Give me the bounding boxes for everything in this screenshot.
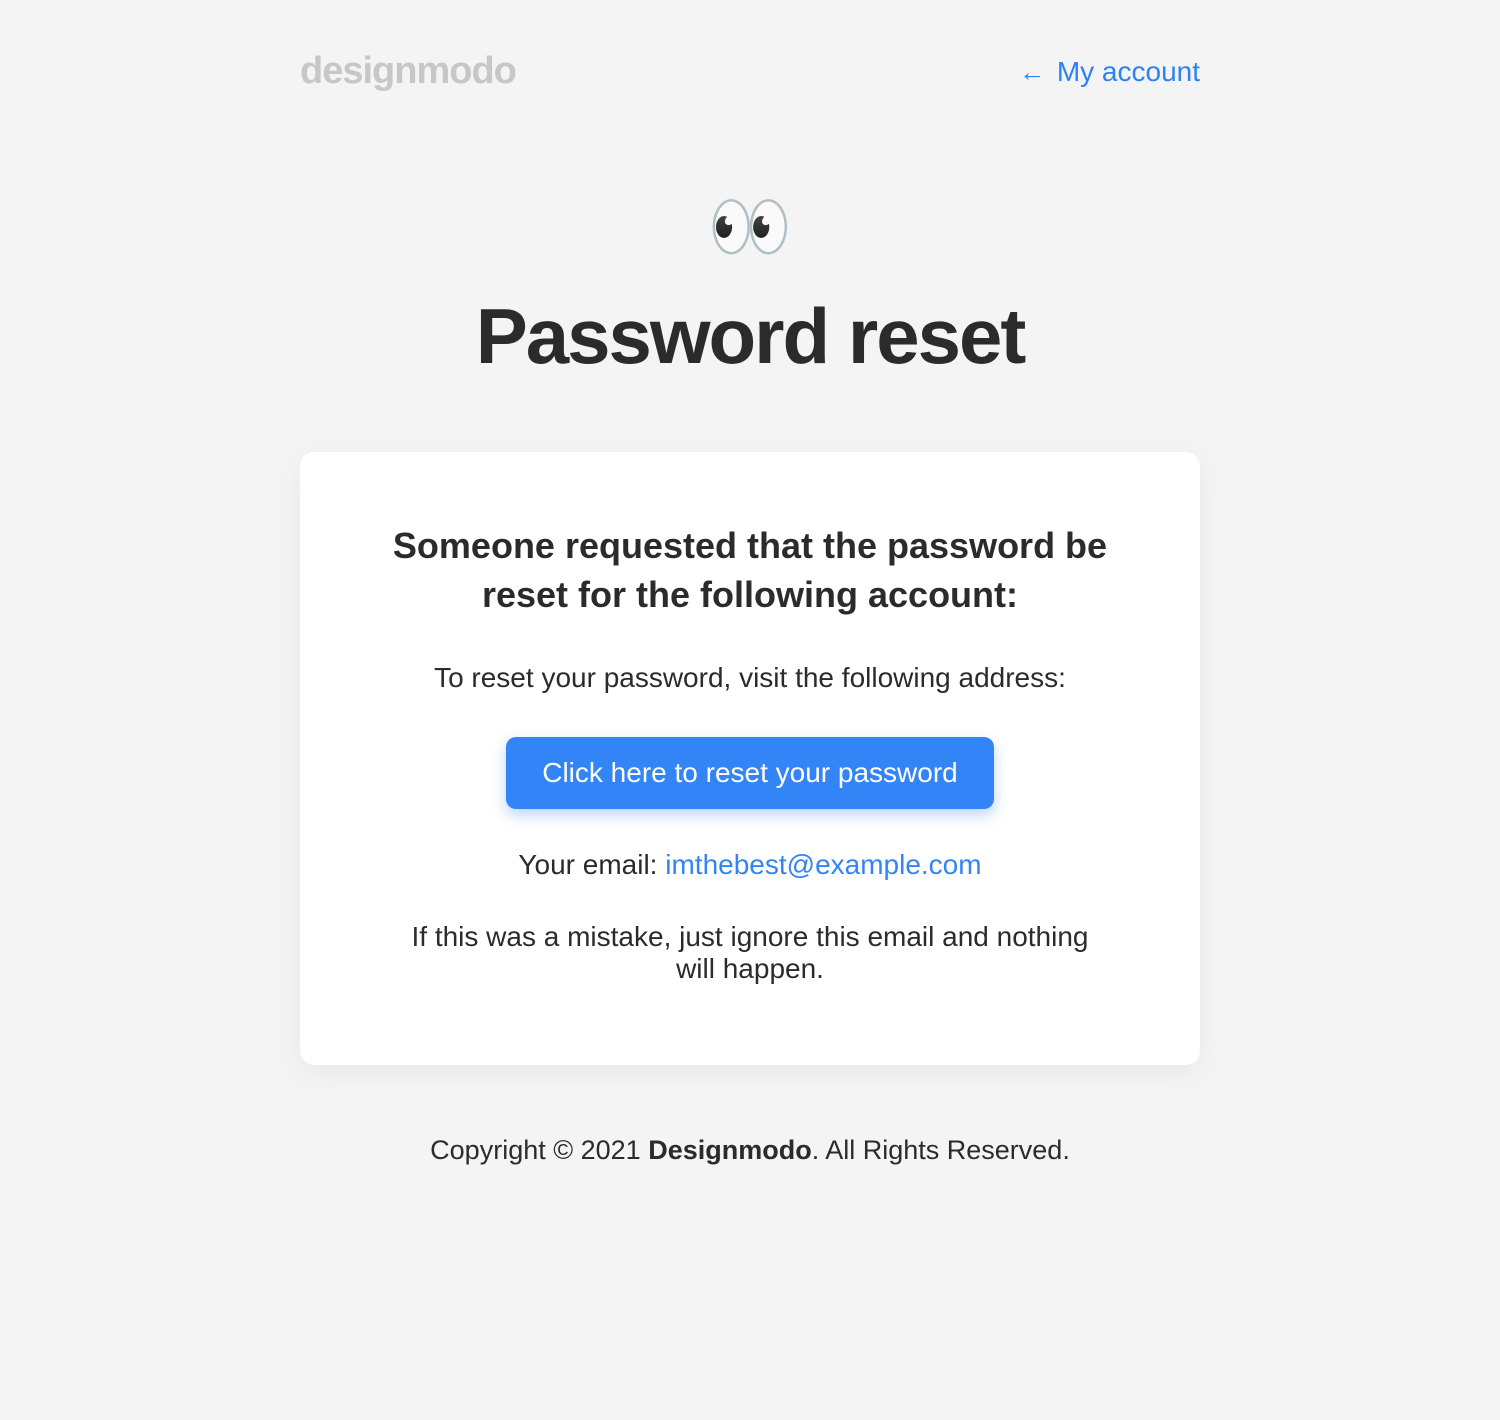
logo: designmodo <box>300 50 516 93</box>
reset-password-button[interactable]: Click here to reset your password <box>506 737 994 809</box>
mistake-text: If this was a mistake, just ignore this … <box>390 921 1110 985</box>
page-title: Password reset <box>190 291 1310 382</box>
footer-suffix: . All Rights Reserved. <box>812 1135 1070 1165</box>
content-card: Someone requested that the password be r… <box>300 452 1200 1065</box>
footer-brand: Designmodo <box>648 1135 812 1165</box>
arrow-left-icon: ← <box>1019 57 1045 87</box>
my-account-link[interactable]: ← My account <box>1019 56 1200 88</box>
card-heading: Someone requested that the password be r… <box>390 522 1110 619</box>
instruction-text: To reset your password, visit the follow… <box>390 659 1110 697</box>
email-label: Your email: <box>518 849 665 880</box>
email-line: Your email: imthebest@example.com <box>390 849 1110 881</box>
eyes-icon: 👀 <box>190 193 1310 261</box>
email-link[interactable]: imthebest@example.com <box>665 849 981 880</box>
footer-prefix: Copyright © 2021 <box>430 1135 648 1165</box>
header: designmodo ← My account <box>190 50 1310 93</box>
footer: Copyright © 2021 Designmodo. All Rights … <box>190 1135 1310 1166</box>
account-link-label: My account <box>1049 56 1200 87</box>
hero-section: 👀 Password reset <box>190 193 1310 382</box>
